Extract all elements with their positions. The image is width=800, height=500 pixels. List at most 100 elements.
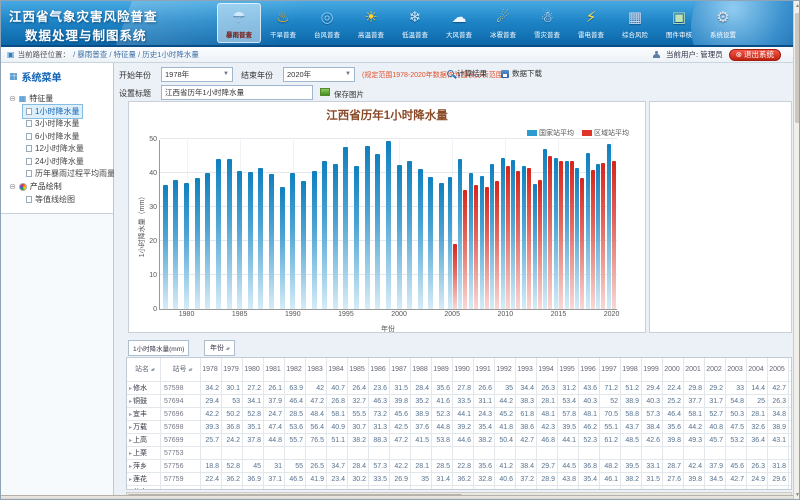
scroll-down-icon[interactable]: ▼ — [794, 491, 800, 500]
toolbar-item-drought[interactable]: ♨干旱普查 — [261, 3, 305, 43]
bar-national[interactable] — [205, 173, 210, 309]
column-header-year[interactable]: 1991 — [474, 358, 495, 382]
bar-regional[interactable] — [453, 244, 457, 309]
table-row[interactable]: ▸莲花5775922.436.236.937.146.541.923.430.2… — [127, 473, 791, 486]
toolbar-item-risk[interactable]: ▦综合风险 — [613, 3, 657, 43]
legend-item[interactable]: 国家站平均 — [527, 128, 574, 138]
bar-national[interactable] — [312, 171, 317, 309]
column-header-year[interactable]: 1993 — [516, 358, 537, 382]
bar-regional[interactable] — [580, 178, 584, 309]
column-header-year[interactable]: 1997 — [600, 358, 621, 382]
toolbar-item-high-temp[interactable]: ☀高温普查 — [349, 3, 393, 43]
column-header-year[interactable]: 1996 — [579, 358, 600, 382]
column-header-year[interactable]: 2004 — [747, 358, 768, 382]
toolbar-item-hail[interactable]: ☄冰雹普查 — [481, 3, 525, 43]
bar-national[interactable] — [418, 169, 423, 309]
toolbar-item-settings[interactable]: ⚙系统设置 — [701, 3, 745, 43]
bar-national[interactable] — [407, 161, 412, 309]
table-row[interactable]: ▸铜鼓5769429.45334.137.946.447.226.832.746… — [127, 395, 791, 408]
legend-item[interactable]: 区域站平均 — [582, 128, 629, 138]
bar-regional[interactable] — [495, 181, 499, 309]
column-header-name[interactable]: 站名 ▴▾ — [127, 358, 161, 382]
bar-national[interactable] — [586, 153, 590, 309]
column-header-year[interactable]: 1986 — [369, 358, 390, 382]
column-header-year[interactable]: 2006 — [789, 358, 792, 382]
column-header-id[interactable]: 站号 ▴▾ — [161, 358, 201, 382]
column-header-year[interactable]: 1998 — [621, 358, 642, 382]
sidebar-group-产品绘制[interactable]: ⊖产品绘制 — [1, 180, 113, 193]
sidebar-group-特征量[interactable]: ⊖▦特征量 — [1, 92, 113, 105]
bar-national[interactable] — [322, 161, 327, 309]
bar-national[interactable] — [522, 166, 526, 309]
collapse-icon[interactable]: ⊖ — [9, 183, 16, 191]
bar-national[interactable] — [248, 172, 253, 309]
bar-national[interactable] — [397, 165, 402, 309]
bar-national[interactable] — [269, 174, 274, 309]
bar-national[interactable] — [216, 159, 221, 309]
toolbar-item-rain[interactable]: ☂暴雨普查 — [217, 3, 261, 43]
bar-regional[interactable] — [516, 171, 520, 309]
column-header-year[interactable]: 1979 — [222, 358, 243, 382]
logout-button[interactable]: ⊗ 退出系统 — [729, 49, 781, 61]
bar-national[interactable] — [365, 146, 370, 309]
column-header-year[interactable]: 1990 — [453, 358, 474, 382]
table-row[interactable]: ▸萍乡5775618.852.845315526.534.728.457.342… — [127, 460, 791, 473]
column-header-year[interactable]: 1988 — [411, 358, 432, 382]
bar-regional[interactable] — [538, 180, 542, 309]
bar-national[interactable] — [501, 158, 505, 309]
bar-national[interactable] — [428, 177, 433, 309]
scroll-up-icon[interactable]: ▲ — [794, 2, 800, 11]
bar-national[interactable] — [258, 168, 263, 309]
bar-national[interactable] — [375, 154, 380, 309]
sidebar-item-等值线绘图[interactable]: 等值线绘图 — [23, 193, 78, 206]
toolbar-item-snow[interactable]: ☃雪灾普查 — [525, 3, 569, 43]
column-header-year[interactable]: 1995 — [558, 358, 579, 382]
bar-regional[interactable] — [548, 156, 552, 309]
bar-regional[interactable] — [485, 187, 489, 309]
bar-national[interactable] — [184, 183, 189, 309]
chart-title-input[interactable] — [161, 85, 313, 100]
sidebar-item-历年暴雨过程平均雨量[interactable]: 历年暴雨过程平均雨量 — [23, 168, 118, 181]
table-row[interactable]: ▸上高5769925.724.237.844.855.776.551.138.2… — [127, 434, 791, 447]
bar-national[interactable] — [333, 164, 338, 309]
column-header-year[interactable]: 1980 — [243, 358, 264, 382]
column-header-year[interactable]: 1992 — [495, 358, 516, 382]
bar-national[interactable] — [469, 173, 473, 309]
bar-national[interactable] — [448, 177, 452, 309]
column-header-year[interactable]: 2005 — [768, 358, 789, 382]
bar-regional[interactable] — [474, 185, 478, 309]
bar-national[interactable] — [173, 180, 178, 309]
bar-national[interactable] — [237, 171, 242, 309]
table-row[interactable]: ▸上栗57753 — [127, 447, 791, 460]
start-year-select[interactable]: 1978年▼ — [161, 67, 233, 82]
vertical-scrollbar[interactable]: ▲ ▼ — [793, 1, 800, 500]
end-year-select[interactable]: 2020年▼ — [283, 67, 355, 82]
column-header-year[interactable]: 1978 — [201, 358, 222, 382]
data-download-button[interactable]: 数据下载 — [501, 68, 542, 79]
station-data-table[interactable]: 站名 ▴▾站号 ▴▾197819791980198119821983198419… — [126, 357, 792, 490]
column-header-year[interactable]: 2002 — [705, 358, 726, 382]
bar-national[interactable] — [301, 181, 306, 309]
bar-national[interactable] — [575, 168, 579, 309]
bar-regional[interactable] — [463, 190, 467, 309]
bar-national[interactable] — [290, 173, 295, 309]
column-header-year[interactable]: 1987 — [390, 358, 411, 382]
table-row[interactable]: ▸分宜5779223.935.135.562.521.446.552.847.5… — [127, 486, 791, 490]
calc-result-button[interactable]: 计算结果 — [447, 68, 487, 79]
column-header-year[interactable]: 1994 — [537, 358, 558, 382]
table-row[interactable]: ▸万载5769839.336.835.147.453.656.440.930.7… — [127, 421, 791, 434]
column-header-year[interactable]: 2003 — [726, 358, 747, 382]
sidebar-item-24小时降水量[interactable]: 24小时降水量 — [23, 155, 87, 168]
bar-regional[interactable] — [591, 170, 595, 309]
column-header-year[interactable]: 1985 — [348, 358, 369, 382]
bar-national[interactable] — [480, 176, 484, 309]
bar-national[interactable] — [596, 164, 600, 309]
bar-national[interactable] — [490, 164, 494, 309]
column-header-year[interactable]: 1984 — [327, 358, 348, 382]
bar-national[interactable] — [607, 144, 611, 309]
collapse-icon[interactable]: ⊖ — [9, 95, 16, 103]
toolbar-item-typhoon[interactable]: ◎台风普查 — [305, 3, 349, 43]
toolbar-item-low-temp[interactable]: ❄低温普查 — [393, 3, 437, 43]
toolbar-item-lightning[interactable]: ⚡雷电普查 — [569, 3, 613, 43]
bar-national[interactable] — [354, 166, 359, 309]
